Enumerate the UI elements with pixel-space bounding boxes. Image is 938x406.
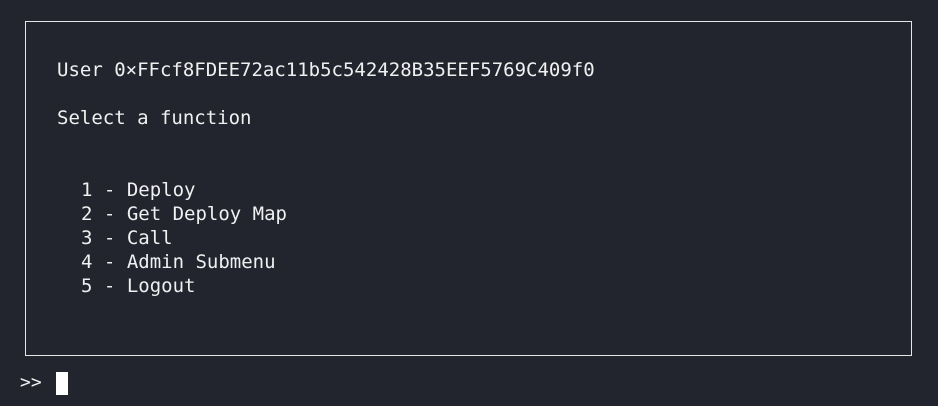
menu-item-get-deploy-map[interactable]: 2 - Get Deploy Map (81, 202, 287, 226)
command-input[interactable] (55, 371, 68, 395)
menu-item-number: 3 (81, 227, 93, 249)
user-line: User 0×FFcf8FDEE72ac11b5c542428B35EEF576… (57, 58, 595, 82)
menu-item-separator: - (103, 227, 116, 249)
menu-item-label: Deploy (126, 179, 196, 201)
menu-item-deploy[interactable]: 1 - Deploy (81, 178, 287, 202)
menu-item-label: Get Deploy Map (126, 203, 287, 225)
menu-item-number: 2 (81, 203, 93, 225)
menu-item-separator: - (103, 251, 116, 273)
menu-item-admin-submenu[interactable]: 4 - Admin Submenu (81, 250, 287, 274)
menu-item-label: Call (126, 227, 173, 249)
menu-item-separator: - (103, 275, 116, 297)
menu-item-separator: - (103, 203, 116, 225)
menu-item-number: 1 (81, 179, 93, 201)
menu-item-separator: - (103, 179, 116, 201)
user-label: User (57, 59, 103, 81)
menu-item-call[interactable]: 3 - Call (81, 226, 287, 250)
terminal-window: User 0×FFcf8FDEE72ac11b5c542428B35EEF576… (0, 0, 938, 406)
menu-item-logout[interactable]: 5 - Logout (81, 274, 287, 298)
user-address: 0×FFcf8FDEE72ac11b5c542428B35EEF5769C409… (114, 59, 595, 81)
menu-item-number: 5 (81, 275, 93, 297)
menu-item-number: 4 (81, 251, 93, 273)
menu-item-label: Logout (126, 275, 196, 297)
prompt-symbol: >> (20, 372, 42, 393)
command-input-row[interactable]: >> (20, 371, 68, 395)
menu-panel: User 0×FFcf8FDEE72ac11b5c542428B35EEF576… (25, 21, 912, 356)
function-menu: 1 - Deploy 2 - Get Deploy Map 3 - Call 4… (81, 178, 287, 298)
text-cursor (55, 371, 68, 395)
menu-item-label: Admin Submenu (126, 251, 276, 273)
select-function-prompt: Select a function (57, 107, 252, 129)
